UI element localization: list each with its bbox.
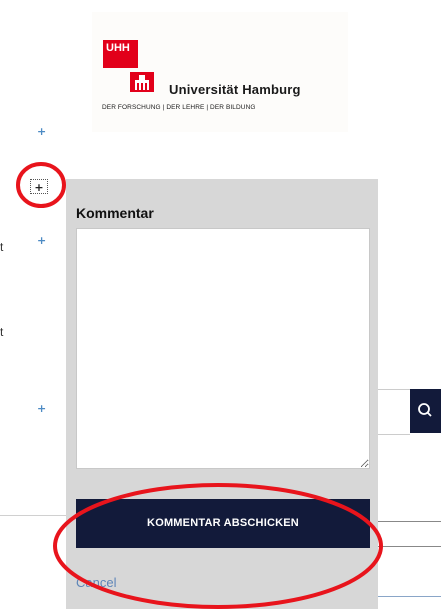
- comment-textarea[interactable]: [76, 228, 370, 469]
- logo-mark-text: UHH: [106, 42, 130, 54]
- add-comment-plus-button[interactable]: +: [30, 179, 48, 194]
- logo-name: Universität Hamburg: [169, 82, 301, 97]
- logo-tagline: DER FORSCHUNG | DER LEHRE | DER BILDUNG: [102, 104, 256, 111]
- logo-mark: UHH: [103, 40, 138, 68]
- comment-panel: Kommentar KOMMENTAR ABSCHICKEN Cancel: [66, 179, 378, 609]
- expand-plus-icon[interactable]: +: [37, 235, 46, 246]
- expand-plus-icon[interactable]: +: [37, 403, 46, 414]
- search-button[interactable]: [410, 389, 441, 433]
- search-icon: [418, 403, 432, 417]
- search-input[interactable]: [378, 389, 410, 435]
- expand-plus-icon[interactable]: +: [37, 126, 46, 137]
- university-logo: UHH Universität Hamburg DER FORSCHUNG | …: [92, 12, 348, 132]
- background-text-fragment: t: [0, 325, 4, 339]
- background-input[interactable]: [378, 521, 441, 547]
- logo-building-icon: [130, 72, 154, 92]
- divider: [0, 515, 66, 516]
- cancel-link[interactable]: Cancel: [76, 575, 116, 590]
- background-text-fragment: t: [0, 240, 4, 254]
- comment-panel-title: Kommentar: [76, 205, 154, 221]
- submit-comment-button[interactable]: KOMMENTAR ABSCHICKEN: [76, 499, 370, 548]
- divider: [378, 596, 441, 597]
